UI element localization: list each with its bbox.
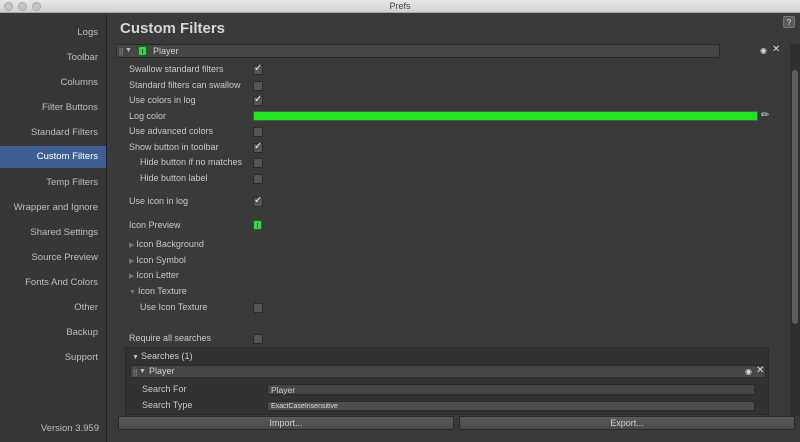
sidebar-item-other[interactable]: Other — [0, 297, 98, 319]
search-item-name: Player — [149, 366, 175, 376]
icon-symbol-label: Icon Symbol — [136, 255, 186, 265]
icon-background-foldout[interactable]: ▶ Icon Background — [129, 239, 204, 249]
icon-letter-foldout[interactable]: ▶ Icon Letter — [129, 270, 179, 280]
sidebar-item-fonts-and-colors[interactable]: Fonts And Colors — [0, 272, 98, 294]
swallow-standard-filters-label: Swallow standard filters — [129, 64, 224, 74]
filter-header[interactable]: || ▼ Player — [116, 44, 720, 58]
use-colors-in-log-label: Use colors in log — [129, 95, 196, 105]
filter-icon — [138, 46, 147, 56]
require-all-searches-checkbox[interactable] — [253, 334, 263, 344]
vertical-scrollbar[interactable] — [790, 44, 800, 416]
sidebar-item-logs[interactable]: Logs — [0, 22, 98, 44]
search-drag-handle-icon[interactable]: || — [133, 368, 137, 377]
icon-texture-foldout[interactable]: ▼ Icon Texture — [129, 286, 187, 296]
swallow-standard-filters-checkbox[interactable] — [253, 63, 263, 75]
hide-button-label-label: Hide button label — [140, 173, 208, 183]
standard-filters-can-swallow-checkbox[interactable] — [253, 81, 263, 91]
sidebar-item-wrapper-and-ignore[interactable]: Wrapper and Ignore — [0, 197, 98, 219]
sidebar-item-support[interactable]: Support — [0, 347, 98, 369]
eyedropper-icon[interactable]: ✏ — [761, 110, 769, 121]
icon-symbol-foldout[interactable]: ▶ Icon Symbol — [129, 255, 186, 265]
foldout-triangle-icon: ▶ — [129, 258, 135, 265]
icon-background-label: Icon Background — [136, 239, 204, 249]
sidebar-item-columns[interactable]: Columns — [0, 72, 99, 94]
use-colors-in-log-checkbox[interactable] — [253, 94, 263, 106]
search-collapse-triangle-icon[interactable]: ▼ — [139, 368, 146, 375]
page-title: Custom Filters — [120, 20, 226, 37]
use-advanced-colors-label: Use advanced colors — [129, 126, 214, 136]
foldout-triangle-icon: ▶ — [129, 242, 135, 249]
hide-button-label-checkbox[interactable] — [253, 174, 263, 184]
search-for-input[interactable]: Player — [267, 384, 755, 395]
help-button[interactable]: ? — [783, 16, 795, 28]
sidebar-item-source-preview[interactable]: Source Preview — [0, 247, 98, 269]
hide-button-if-no-matches-label: Hide button if no matches — [140, 157, 243, 167]
hide-button-if-no-matches-checkbox[interactable] — [253, 158, 263, 168]
sidebar-item-custom-filters[interactable]: Custom Filters — [0, 146, 106, 168]
search-type-dropdown[interactable]: ExactCaseInsensitive — [267, 401, 755, 411]
use-advanced-colors-checkbox[interactable] — [253, 127, 263, 137]
sidebar-item-backup[interactable]: Backup — [0, 322, 98, 344]
search-visibility-eye-icon[interactable]: ◉ — [745, 367, 752, 376]
sidebar-item-toolbar[interactable]: Toolbar — [0, 47, 98, 69]
import-button[interactable]: Import... — [118, 416, 454, 430]
search-type-label: Search Type — [142, 400, 193, 410]
icon-preview-glyph-icon — [253, 220, 262, 230]
window-titlebar: Prefs — [0, 0, 800, 13]
show-button-in-toolbar-checkbox[interactable] — [253, 141, 263, 153]
remove-filter-close-icon[interactable]: ✕ — [772, 44, 780, 55]
searches-label: Searches (1) — [140, 351, 193, 361]
standard-filters-can-swallow-label: Standard filters can swallow — [129, 80, 241, 90]
drag-handle-icon[interactable]: || — [119, 47, 123, 56]
show-button-in-toolbar-label: Show button in toolbar — [129, 142, 219, 152]
visibility-eye-icon[interactable]: ◉ — [760, 46, 767, 55]
icon-letter-label: Icon Letter — [136, 270, 179, 280]
searches-section: ▼ Searches (1) || ▼ Player ◉ ✕ Search For… — [125, 347, 769, 415]
searches-triangle-icon: ▼ — [132, 354, 139, 361]
icon-preview-label: Icon Preview — [129, 220, 181, 230]
log-color-label: Log color — [129, 111, 167, 121]
searches-foldout[interactable]: ▼ Searches (1) — [132, 351, 192, 361]
sidebar-item-temp-filters[interactable]: Temp Filters — [0, 172, 98, 194]
window-title: Prefs — [389, 1, 411, 11]
search-for-label: Search For — [142, 384, 187, 394]
version-label: Version 3.959 — [40, 423, 99, 434]
collapse-triangle-icon[interactable]: ▼ — [125, 47, 132, 54]
export-button[interactable]: Export... — [459, 416, 795, 430]
use-icon-texture-label: Use Icon Texture — [140, 302, 208, 312]
use-icon-in-log-checkbox[interactable] — [253, 195, 263, 207]
require-all-searches-label: Require all searches — [129, 333, 212, 343]
filter-name: Player — [153, 46, 179, 56]
foldout-triangle-icon: ▶ — [129, 273, 135, 280]
use-icon-in-log-label: Use icon in log — [129, 196, 189, 206]
sidebar-item-filter-buttons[interactable]: Filter Buttons — [0, 97, 98, 119]
sidebar-item-shared-settings[interactable]: Shared Settings — [0, 222, 98, 244]
scrollbar-thumb[interactable] — [792, 70, 798, 324]
sidebar-item-standard-filters[interactable]: Standard Filters — [0, 122, 98, 144]
main-panel: Custom Filters ? || ▼ Player ◉ ✕ Swallow… — [108, 14, 800, 442]
search-item-header[interactable]: || ▼ Player ◉ ✕ — [130, 365, 766, 378]
remove-search-close-icon[interactable]: ✕ — [756, 365, 764, 376]
log-color-field[interactable] — [253, 111, 758, 121]
icon-texture-label: Icon Texture — [137, 286, 187, 296]
foldout-triangle-expanded-icon: ▼ — [129, 289, 136, 296]
sidebar: Logs Toolbar Columns Filter Buttons Stan… — [0, 14, 107, 442]
use-icon-texture-checkbox[interactable] — [253, 303, 263, 313]
